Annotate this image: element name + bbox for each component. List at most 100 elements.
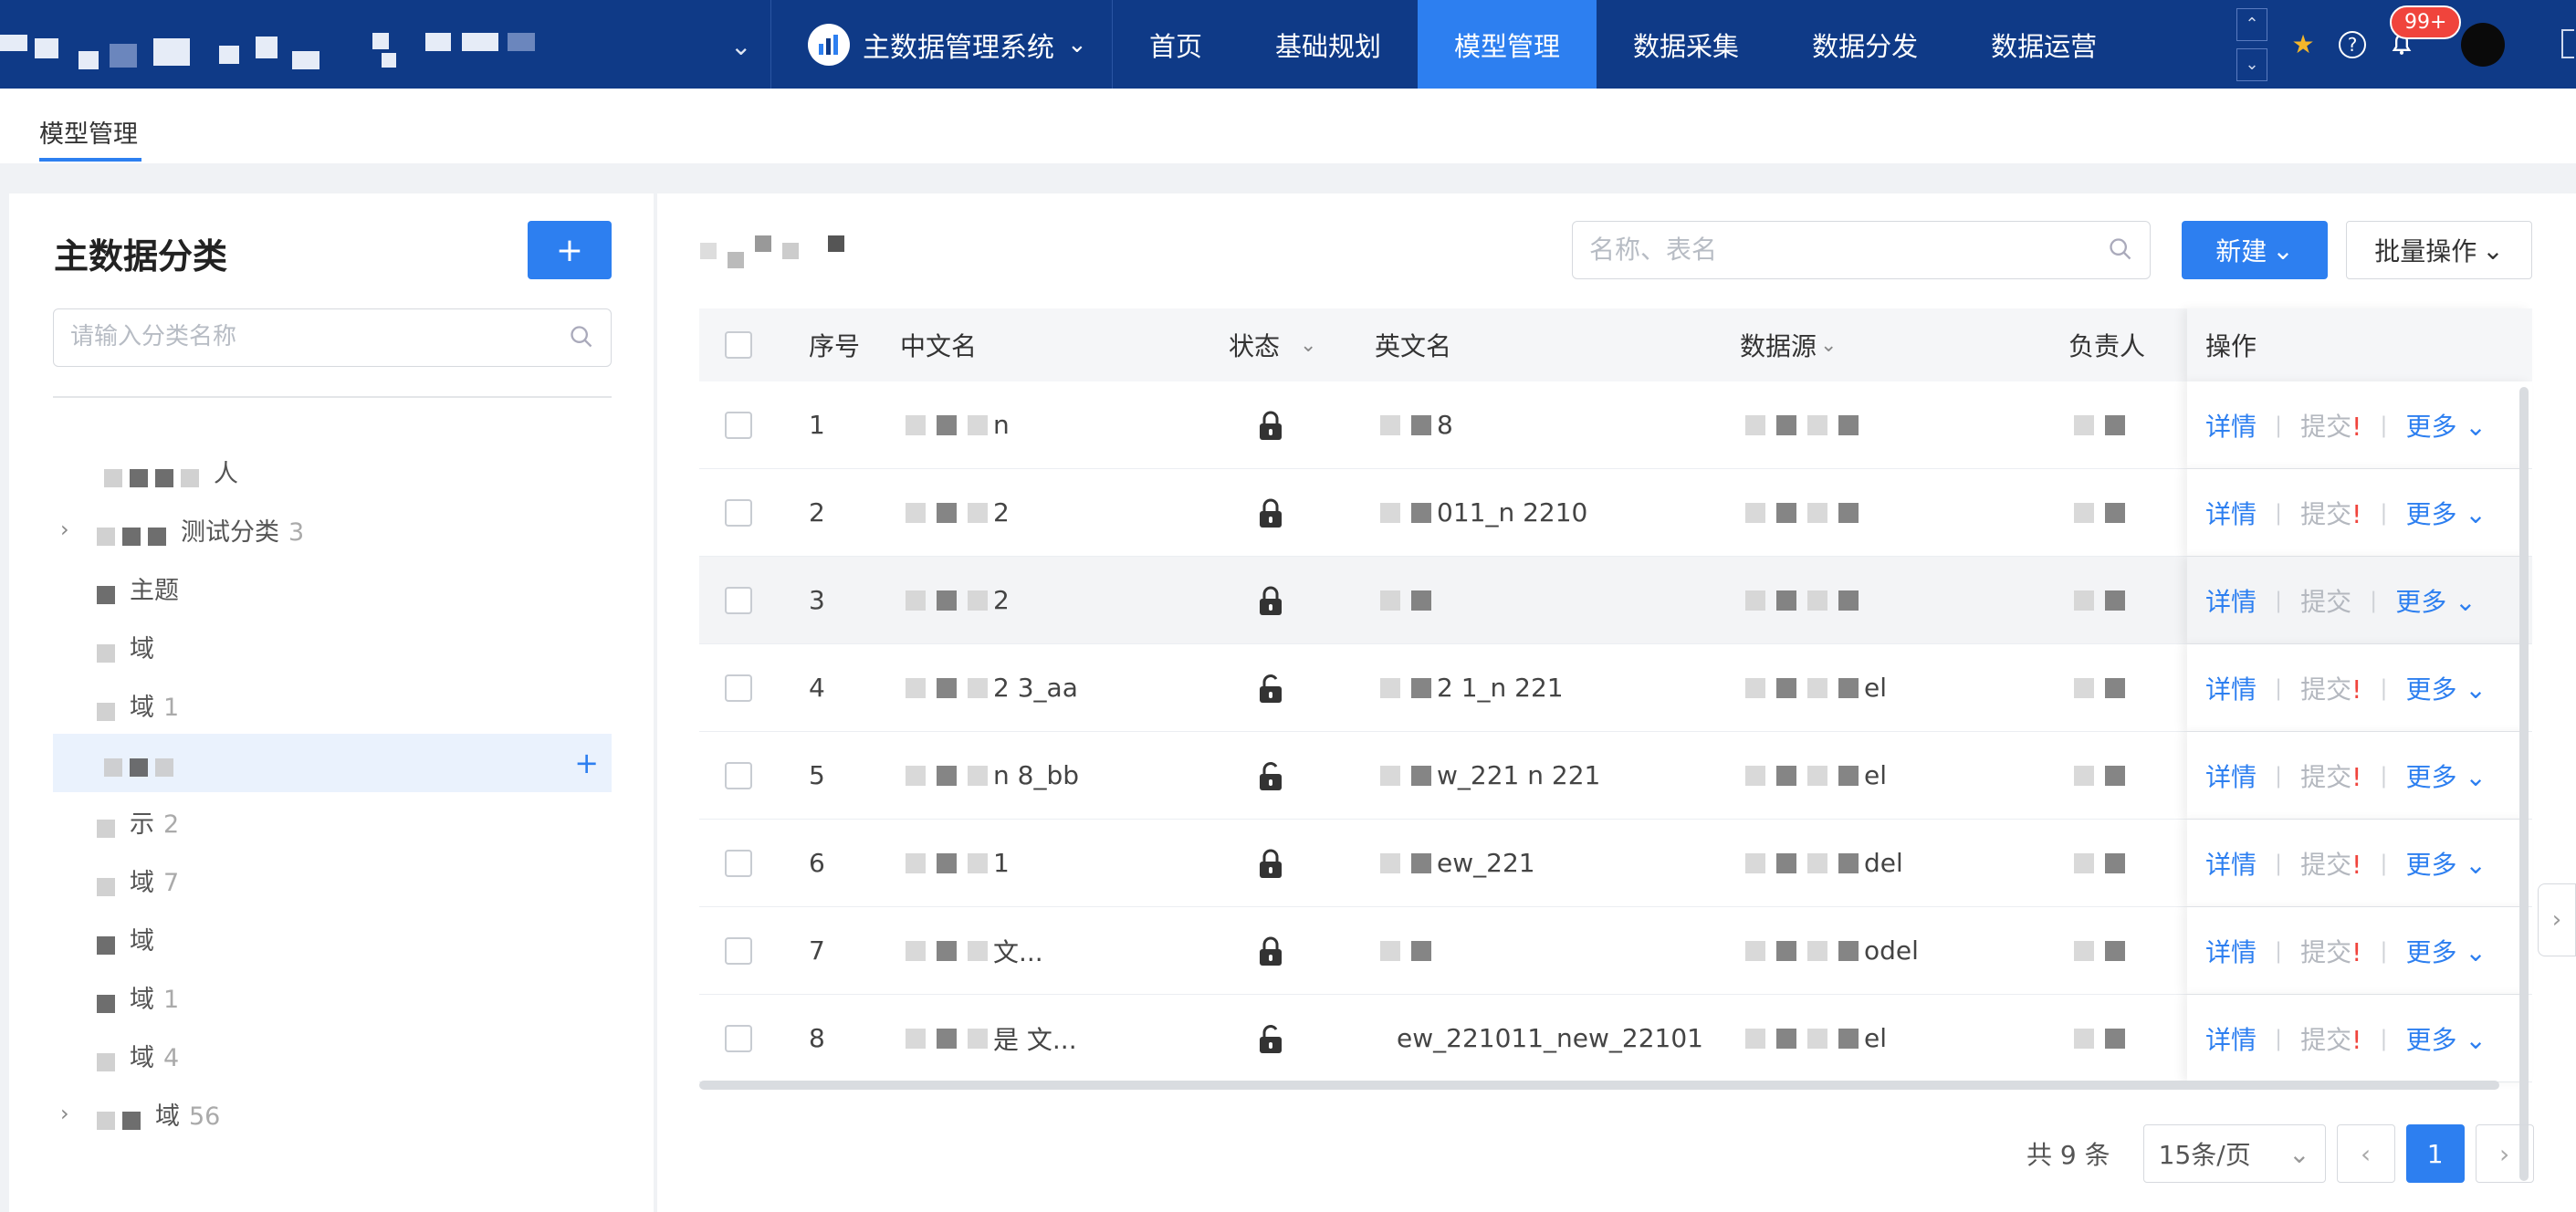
tree-node[interactable]: 人 bbox=[53, 442, 612, 500]
search-icon[interactable] bbox=[569, 324, 594, 350]
more-dropdown[interactable]: 更多 ⌄ bbox=[2405, 1020, 2486, 1057]
row-checkbox[interactable] bbox=[725, 586, 752, 614]
table-row[interactable]: 1 n 8 详情 | 提交! | 更多 ⌄ bbox=[699, 381, 2532, 469]
expand-icon[interactable] bbox=[2561, 29, 2574, 58]
submit-link[interactable]: 提交! bbox=[2300, 933, 2361, 969]
masked-text bbox=[97, 699, 122, 721]
notification-bell[interactable]: 99+ bbox=[2386, 5, 2462, 60]
more-dropdown[interactable]: 更多 ⌄ bbox=[2405, 933, 2486, 969]
col-source[interactable]: 数据源 ⌄ bbox=[1740, 308, 1837, 381]
detail-link[interactable]: 详情 bbox=[2205, 933, 2257, 969]
chevron-down-icon[interactable]: ⌄ bbox=[730, 31, 751, 61]
category-search-input[interactable] bbox=[54, 309, 547, 364]
horizontal-scrollbar[interactable] bbox=[699, 1081, 2499, 1090]
tree-node[interactable]: 域 bbox=[53, 617, 612, 675]
row-cname-text: 2 3_aa bbox=[993, 673, 1078, 703]
row-checkbox[interactable] bbox=[725, 674, 752, 702]
submit-link[interactable]: 提交! bbox=[2300, 758, 2361, 794]
page-1-button[interactable]: 1 bbox=[2405, 1124, 2465, 1183]
prev-page-button[interactable]: ‹ bbox=[2336, 1124, 2395, 1183]
select-all-checkbox[interactable] bbox=[725, 331, 752, 359]
menu-item-home[interactable]: 首页 bbox=[1113, 0, 1239, 89]
table-row[interactable]: 3 2 详情 | 提交 | 更多 ⌄ bbox=[699, 557, 2532, 644]
more-dropdown[interactable]: 更多 ⌄ bbox=[2405, 845, 2486, 882]
more-dropdown[interactable]: 更多 ⌄ bbox=[2405, 758, 2486, 794]
tab-model-management[interactable]: 模型管理 bbox=[39, 114, 138, 150]
detail-link[interactable]: 详情 bbox=[2205, 670, 2257, 706]
row-checkbox[interactable] bbox=[725, 849, 752, 877]
search-icon[interactable] bbox=[2108, 236, 2133, 262]
menu-item-operate[interactable]: 数据运营 bbox=[1954, 0, 2133, 89]
new-button[interactable]: 新建 ⌄ bbox=[2182, 221, 2328, 279]
add-category-button[interactable]: + bbox=[528, 221, 612, 279]
detail-link[interactable]: 详情 bbox=[2205, 407, 2257, 444]
vertical-scrollbar[interactable] bbox=[2519, 387, 2529, 1181]
add-child-icon[interactable]: + bbox=[574, 746, 599, 780]
menu-item-model[interactable]: 模型管理 bbox=[1418, 0, 1597, 89]
row-checkbox[interactable] bbox=[725, 1024, 752, 1052]
avatar[interactable] bbox=[2461, 22, 2505, 67]
tree-node[interactable]: 域1 bbox=[53, 967, 612, 1026]
tree-node[interactable]: › 测试分类 3 bbox=[53, 500, 612, 559]
tree-node[interactable]: 域 bbox=[53, 909, 612, 967]
detail-link[interactable]: 详情 bbox=[2205, 582, 2257, 619]
table-row[interactable]: 7 文... odel 详情 | 提交! | 更多 ⌄ bbox=[699, 907, 2532, 995]
submit-link[interactable]: 提交 bbox=[2300, 582, 2351, 619]
row-checkbox[interactable] bbox=[725, 411, 752, 439]
brand-mosaic bbox=[508, 33, 535, 51]
submit-link[interactable]: 提交! bbox=[2300, 670, 2361, 706]
row-index: 2 bbox=[809, 497, 825, 528]
table-row[interactable]: 5 n 8_bb w_221 n 221 el 详情 | 提交! | 更多 ⌄ bbox=[699, 732, 2532, 820]
row-checkbox[interactable] bbox=[725, 498, 752, 527]
detail-link[interactable]: 详情 bbox=[2205, 1020, 2257, 1057]
side-drawer-toggle[interactable]: › bbox=[2538, 883, 2576, 956]
model-search-input[interactable] bbox=[1573, 222, 2084, 277]
menu-item-collect[interactable]: 数据采集 bbox=[1597, 0, 1775, 89]
submit-link[interactable]: 提交! bbox=[2300, 1020, 2361, 1057]
row-checkbox[interactable] bbox=[725, 761, 752, 789]
tree-node[interactable]: 域4 bbox=[53, 1026, 612, 1084]
submit-link[interactable]: 提交! bbox=[2300, 407, 2361, 444]
submit-link[interactable]: 提交! bbox=[2300, 845, 2361, 882]
more-dropdown[interactable]: 更多 ⌄ bbox=[2405, 670, 2486, 706]
chevron-up-icon[interactable]: ⌃ bbox=[2236, 7, 2267, 41]
row-ops: 详情 | 提交! | 更多 ⌄ bbox=[2187, 732, 2532, 819]
model-table: 序号 中文名 状态 ⌄ 英文名 数据源 ⌄ 负责人 操作 1 n 8 详情 | 提交! | 更多 … bbox=[699, 308, 2532, 1082]
menu-item-planning[interactable]: 基础规划 bbox=[1239, 0, 1418, 89]
separator: | bbox=[2380, 850, 2388, 876]
chevron-right-icon: › bbox=[2499, 1138, 2510, 1169]
menu-item-distribute[interactable]: 数据分发 bbox=[1775, 0, 1954, 89]
next-page-button[interactable]: › bbox=[2475, 1124, 2534, 1183]
table-row[interactable]: 8 是 文... ew_221011_new_221018... el 详情 | 提交! | 更… bbox=[699, 995, 2532, 1082]
detail-link[interactable]: 详情 bbox=[2205, 495, 2257, 531]
table-row[interactable]: 4 2 3_aa 2 1_n 221 el 详情 | 提交! | 更多 ⌄ bbox=[699, 644, 2532, 732]
star-icon[interactable]: ★ bbox=[2288, 29, 2319, 60]
masked-text bbox=[97, 1108, 148, 1130]
row-checkbox[interactable] bbox=[725, 936, 752, 965]
table-row[interactable]: 2 2 011_n 2210 详情 | 提交! | 更多 ⌄ bbox=[699, 469, 2532, 557]
tree-node[interactable]: 域7 bbox=[53, 851, 612, 909]
tree-node[interactable]: 域1 bbox=[53, 675, 612, 734]
page-size-select[interactable]: 15条/页 ⌄ bbox=[2142, 1124, 2326, 1183]
chevron-down-icon[interactable]: ⌄ bbox=[2236, 47, 2267, 81]
table-row[interactable]: 6 1 ew_221 del 详情 | 提交! | 更多 ⌄ bbox=[699, 820, 2532, 907]
chevron-right-icon[interactable]: › bbox=[60, 1101, 69, 1126]
detail-link[interactable]: 详情 bbox=[2205, 758, 2257, 794]
tree-node[interactable]: 示2 bbox=[53, 792, 612, 851]
detail-link[interactable]: 详情 bbox=[2205, 845, 2257, 882]
more-dropdown[interactable]: 更多 ⌄ bbox=[2405, 495, 2486, 531]
col-status[interactable]: 状态 ⌄ bbox=[1229, 308, 1316, 381]
row-ops: 详情 | 提交! | 更多 ⌄ bbox=[2187, 381, 2532, 468]
batch-button[interactable]: 批量操作 ⌄ bbox=[2346, 221, 2532, 279]
help-icon[interactable]: ? bbox=[2339, 30, 2366, 58]
row-source-text: del bbox=[1864, 848, 1903, 878]
system-switcher[interactable]: 主数据管理系统 ⌄ bbox=[771, 0, 1113, 89]
more-dropdown[interactable]: 更多 ⌄ bbox=[2395, 582, 2476, 619]
brand-area[interactable]: ⌄ bbox=[0, 0, 771, 89]
tree-node-selected[interactable]: + bbox=[53, 734, 612, 792]
more-dropdown[interactable]: 更多 ⌄ bbox=[2405, 407, 2486, 444]
tree-node[interactable]: › 域 56 bbox=[53, 1084, 612, 1143]
submit-link[interactable]: 提交! bbox=[2300, 495, 2361, 531]
tree-node[interactable]: 主题 bbox=[53, 559, 612, 617]
chevron-right-icon[interactable]: › bbox=[60, 517, 69, 542]
